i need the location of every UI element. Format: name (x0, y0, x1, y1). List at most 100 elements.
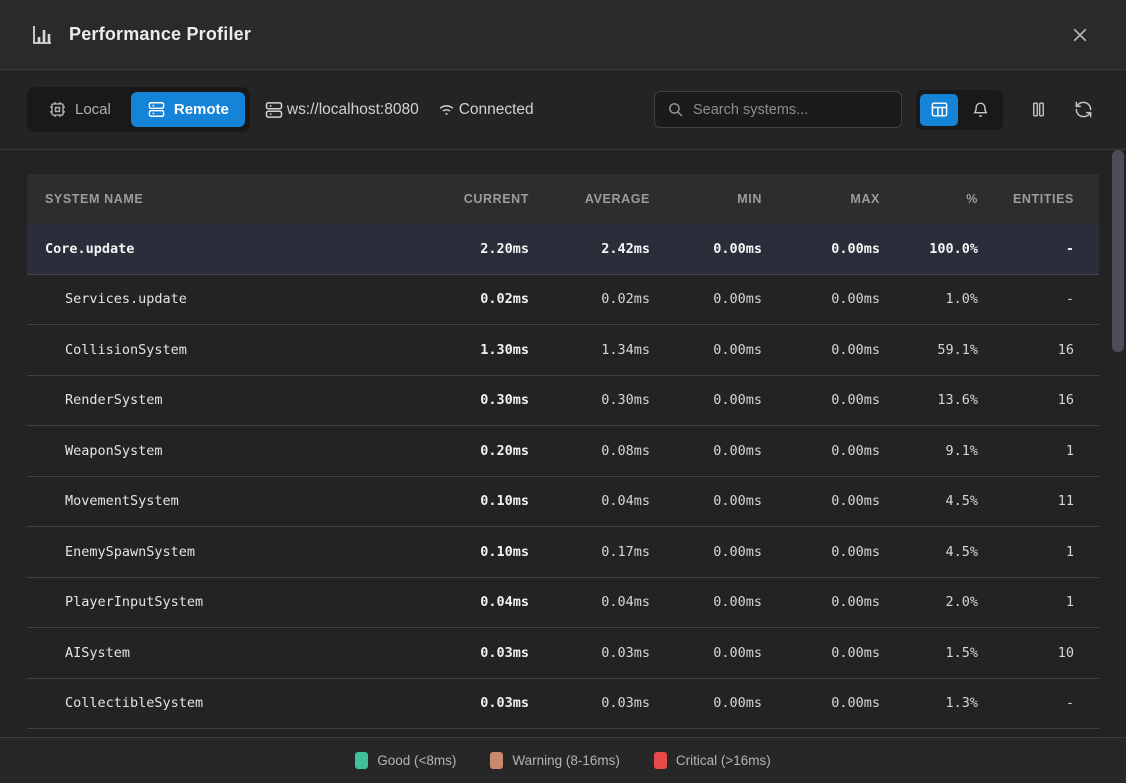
page-title: Performance Profiler (69, 24, 251, 45)
cell-name: RenderSystem (27, 392, 434, 408)
cell-average: 2.42ms (554, 241, 675, 257)
cell-min: 0.00ms (675, 594, 787, 610)
table-header-row: System Name Current Average Min Max % En… (27, 174, 1099, 224)
server-icon (264, 100, 284, 120)
close-button[interactable] (1064, 19, 1096, 51)
refresh-icon (1074, 100, 1093, 119)
remote-mode-button[interactable]: Remote (131, 92, 245, 127)
table-row[interactable]: PlayerInputSystem0.04ms0.04ms0.00ms0.00m… (27, 578, 1099, 629)
table-row[interactable]: EnemySpawnSystem0.10ms0.17ms0.00ms0.00ms… (27, 527, 1099, 578)
search-input[interactable] (693, 102, 889, 118)
cell-average: 0.30ms (554, 392, 675, 408)
cell-min: 0.00ms (675, 342, 787, 358)
cell-max: 0.00ms (787, 241, 905, 257)
table-view-button[interactable] (920, 94, 958, 126)
cell-pct: 13.6% (905, 392, 1003, 408)
column-header-entities: Entities (1003, 192, 1099, 206)
cell-min: 0.00ms (675, 695, 787, 711)
cell-current: 2.20ms (434, 241, 554, 257)
cell-max: 0.00ms (787, 695, 905, 711)
warning-swatch (490, 752, 503, 769)
cell-name: EnemySpawnSystem (27, 544, 434, 560)
cell-name: AISystem (27, 645, 434, 661)
cpu-icon (48, 100, 67, 119)
table-row[interactable]: CollisionSystem1.30ms1.34ms0.00ms0.00ms5… (27, 325, 1099, 376)
cell-min: 0.00ms (675, 493, 787, 509)
table-row[interactable]: WeaponSystem0.20ms0.08ms0.00ms0.00ms9.1%… (27, 426, 1099, 477)
cell-max: 0.00ms (787, 443, 905, 459)
connection-status-text: Connected (459, 101, 534, 119)
legend-good-label: Good (<8ms) (377, 753, 456, 768)
search-icon (667, 101, 684, 118)
cell-average: 0.03ms (554, 645, 675, 661)
cell-entities: - (1003, 695, 1099, 711)
cell-current: 0.03ms (434, 645, 554, 661)
legend-item-critical: Critical (>16ms) (654, 752, 771, 769)
cell-name: Services.update (27, 291, 434, 307)
cell-name: WeaponSystem (27, 443, 434, 459)
cell-pct: 9.1% (905, 443, 1003, 459)
legend-footer: Good (<8ms) Warning (8-16ms) Critical (>… (0, 737, 1126, 783)
cell-current: 0.02ms (434, 291, 554, 307)
bar-chart-icon (30, 23, 54, 47)
cell-min: 0.00ms (675, 291, 787, 307)
cell-entities: 16 (1003, 342, 1099, 358)
cell-max: 0.00ms (787, 645, 905, 661)
search-box (654, 91, 902, 128)
table-row[interactable]: AISystem0.03ms0.03ms0.00ms0.00ms1.5%10 (27, 628, 1099, 679)
pause-icon (1029, 100, 1048, 119)
cell-average: 0.02ms (554, 291, 675, 307)
server-icon (147, 100, 166, 119)
table-row[interactable]: MovementSystem0.10ms0.04ms0.00ms0.00ms4.… (27, 477, 1099, 528)
table-row[interactable]: Core.update2.20ms2.42ms0.00ms0.00ms100.0… (27, 224, 1099, 275)
cell-min: 0.00ms (675, 241, 787, 257)
cell-current: 0.03ms (434, 695, 554, 711)
cell-name: MovementSystem (27, 493, 434, 509)
cell-max: 0.00ms (787, 291, 905, 307)
alerts-button[interactable] (961, 94, 999, 126)
remote-mode-label: Remote (174, 102, 229, 117)
cell-current: 0.30ms (434, 392, 554, 408)
cell-max: 0.00ms (787, 544, 905, 560)
cell-max: 0.00ms (787, 594, 905, 610)
cell-current: 0.04ms (434, 594, 554, 610)
table-body: Core.update2.20ms2.42ms0.00ms0.00ms100.0… (27, 224, 1099, 729)
cell-pct: 1.5% (905, 645, 1003, 661)
cell-name: Core.update (27, 241, 434, 257)
local-mode-button[interactable]: Local (32, 92, 127, 127)
cell-entities: 11 (1003, 493, 1099, 509)
refresh-button[interactable] (1068, 94, 1099, 125)
toolbar: Local Remote ws://localhost:8080 (0, 70, 1126, 150)
cell-current: 1.30ms (434, 342, 554, 358)
cell-average: 0.17ms (554, 544, 675, 560)
scrollbar-thumb[interactable] (1112, 150, 1124, 352)
cell-pct: 4.5% (905, 544, 1003, 560)
cell-pct: 100.0% (905, 241, 1003, 257)
table-row[interactable]: RenderSystem0.30ms0.30ms0.00ms0.00ms13.6… (27, 376, 1099, 427)
pause-button[interactable] (1023, 94, 1054, 125)
column-header-average: Average (554, 192, 675, 206)
table-icon (930, 100, 949, 119)
cell-max: 0.00ms (787, 392, 905, 408)
cell-current: 0.20ms (434, 443, 554, 459)
column-header-max: Max (787, 192, 905, 206)
cell-name: CollisionSystem (27, 342, 434, 358)
legend-item-warning: Warning (8-16ms) (490, 752, 620, 769)
websocket-url: ws://localhost:8080 (264, 100, 419, 120)
websocket-url-text: ws://localhost:8080 (287, 101, 419, 119)
column-header-system-name: System Name (27, 192, 434, 206)
cell-name: PlayerInputSystem (27, 594, 434, 610)
table-row[interactable]: Services.update0.02ms0.02ms0.00ms0.00ms1… (27, 275, 1099, 326)
cell-average: 0.03ms (554, 695, 675, 711)
cell-min: 0.00ms (675, 443, 787, 459)
close-icon (1070, 25, 1090, 45)
bell-icon (971, 100, 990, 119)
cell-min: 0.00ms (675, 544, 787, 560)
cell-entities: 1 (1003, 594, 1099, 610)
local-mode-label: Local (75, 102, 111, 117)
table-row[interactable]: CollectibleSystem0.03ms0.03ms0.00ms0.00m… (27, 679, 1099, 730)
systems-table: System Name Current Average Min Max % En… (0, 150, 1126, 737)
cell-min: 0.00ms (675, 392, 787, 408)
legend-critical-label: Critical (>16ms) (676, 753, 771, 768)
good-swatch (355, 752, 368, 769)
